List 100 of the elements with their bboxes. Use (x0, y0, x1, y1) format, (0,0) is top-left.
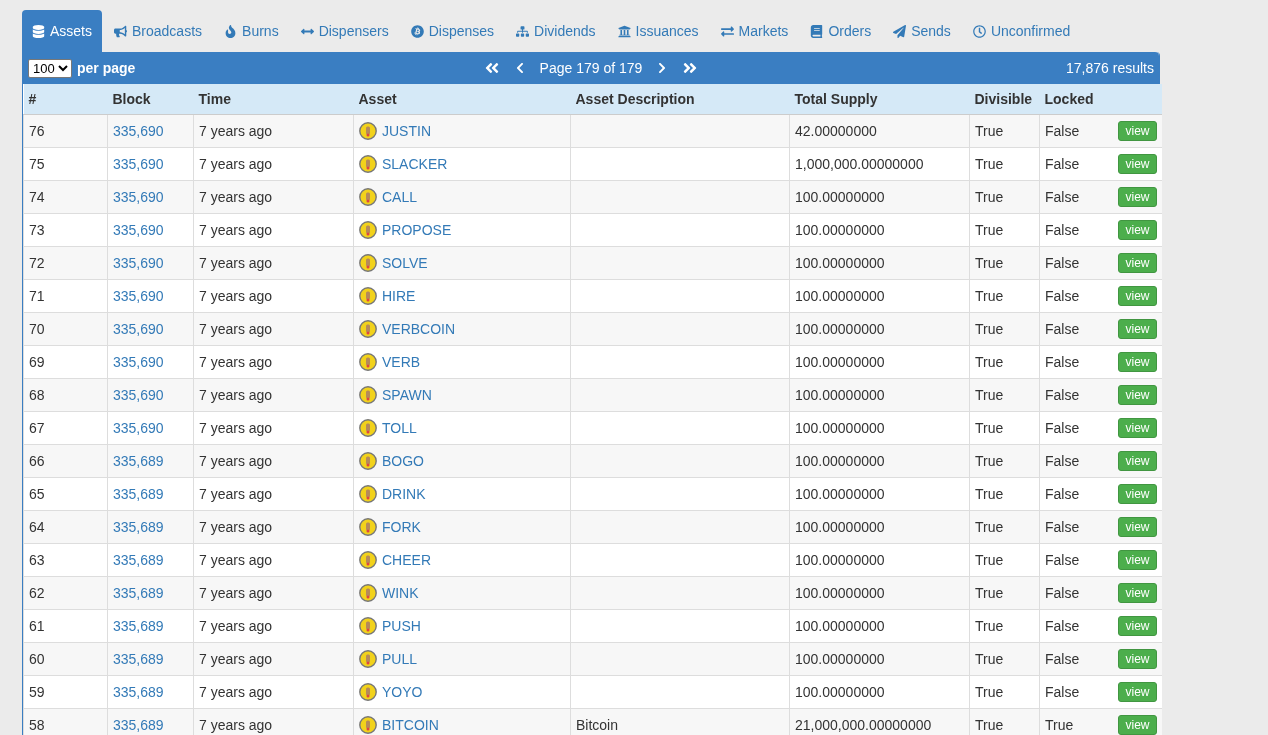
asset-link[interactable]: BITCOIN (382, 717, 439, 733)
asset-link[interactable]: SOLVE (382, 255, 428, 271)
table-cell: True (969, 213, 1040, 247)
exchange-icon (720, 24, 734, 38)
view-button[interactable]: view (1118, 220, 1157, 240)
first-page-icon[interactable] (483, 60, 500, 76)
table-cell: 100.00000000 (789, 246, 970, 280)
table-cell: True (969, 147, 1040, 181)
asset-link[interactable]: HIRE (382, 288, 416, 304)
last-page-icon[interactable] (682, 60, 699, 76)
view-button[interactable]: view (1118, 319, 1157, 339)
table-cell: 42.00000000 (789, 114, 970, 148)
table-cell: 100.00000000 (789, 510, 970, 544)
table-cell: 7 years ago (193, 510, 354, 544)
table-cell: 100.00000000 (789, 279, 970, 313)
coin-icon (359, 386, 377, 404)
tab[interactable]: Dispenses (400, 10, 505, 52)
asset-link[interactable]: BOGO (382, 453, 424, 469)
tab[interactable]: Issuances (607, 10, 709, 52)
coin-icon (359, 254, 377, 272)
paper-plane-icon (893, 24, 907, 38)
table-cell: 69 (23, 345, 108, 379)
view-button[interactable]: view (1118, 352, 1157, 372)
coin-icon (359, 716, 377, 734)
view-button[interactable]: view (1118, 451, 1157, 471)
table-cell: 100.00000000 (789, 609, 970, 643)
asset-link[interactable]: PUSH (382, 618, 421, 634)
table-cell: True (969, 312, 1040, 346)
table-cell: True (969, 246, 1040, 280)
table-cell: True (969, 543, 1040, 577)
view-button[interactable]: view (1118, 253, 1157, 273)
view-button[interactable]: view (1118, 715, 1157, 735)
table-cell: False (1039, 675, 1112, 709)
table-cell: 7 years ago (193, 279, 354, 313)
view-button[interactable]: view (1118, 682, 1157, 702)
table-cell: 100.00000000 (789, 345, 970, 379)
coin-icon (359, 419, 377, 437)
asset-link[interactable]: VERB (382, 354, 421, 370)
table-cell: True (969, 345, 1040, 379)
table-cell: 61 (23, 609, 108, 643)
tab[interactable]: Assets (22, 10, 102, 52)
table-cell: True (969, 378, 1040, 412)
tab[interactable]: Sends (883, 10, 961, 52)
table-cell: 100.00000000 (789, 642, 970, 676)
table-cell: 73 (23, 213, 108, 247)
table-cell: 100.00000000 (789, 543, 970, 577)
coin-icon (359, 551, 377, 569)
per-page-select[interactable]: 100 (28, 58, 72, 78)
tab[interactable]: Dispensers (290, 10, 399, 52)
asset-link[interactable]: CHEER (382, 552, 431, 568)
asset-link[interactable]: WINK (382, 585, 419, 601)
coin-icon (359, 452, 377, 470)
table-cell: True (969, 279, 1040, 313)
asset-link[interactable]: CALL (382, 189, 418, 205)
bullhorn-icon (114, 24, 127, 38)
table-cell: 100.00000000 (789, 411, 970, 445)
column-header: Time (193, 84, 354, 115)
table-cell: 7 years ago (193, 543, 354, 577)
table-cell: 7 years ago (193, 213, 354, 247)
table-cell: True (969, 576, 1040, 610)
coin-icon (359, 188, 377, 206)
view-button[interactable]: view (1118, 616, 1157, 636)
asset-link[interactable]: JUSTIN (382, 123, 431, 139)
asset-link[interactable]: FORK (382, 519, 421, 535)
table-cell: False (1039, 279, 1112, 313)
tab[interactable]: Orders (800, 10, 882, 52)
tab[interactable]: Dividends (506, 10, 606, 52)
table-cell: 7 years ago (193, 477, 354, 511)
table-cell: True (969, 180, 1040, 214)
table-cell: 7 years ago (193, 312, 354, 346)
table-cell: False (1039, 444, 1112, 478)
tab[interactable]: Broadcasts (104, 10, 213, 52)
view-button[interactable]: view (1118, 418, 1157, 438)
table-cell: False (1039, 180, 1112, 214)
asset-link[interactable]: TOLL (382, 420, 417, 436)
asset-link[interactable]: PULL (382, 651, 418, 667)
table-cell: 60 (23, 642, 108, 676)
view-button[interactable]: view (1118, 385, 1157, 405)
table-cell: 100.00000000 (789, 213, 970, 247)
asset-link[interactable]: VERBCOIN (382, 321, 456, 337)
asset-link[interactable]: PROPOSE (382, 222, 452, 238)
view-button[interactable]: view (1118, 550, 1157, 570)
asset-link[interactable]: SPAWN (382, 387, 432, 403)
table-cell: False (1039, 576, 1112, 610)
view-button[interactable]: view (1118, 649, 1157, 669)
tab[interactable]: Burns (214, 10, 289, 52)
view-button[interactable]: view (1118, 286, 1157, 306)
tab[interactable]: Unconfirmed (962, 10, 1081, 52)
view-button[interactable]: view (1118, 583, 1157, 603)
view-button[interactable]: view (1118, 484, 1157, 504)
asset-link[interactable]: SLACKER (382, 156, 448, 172)
coin-icon (359, 155, 377, 173)
tab[interactable]: Markets (710, 10, 799, 52)
asset-link[interactable]: DRINK (382, 486, 426, 502)
view-button[interactable]: view (1118, 187, 1157, 207)
view-button[interactable]: view (1118, 517, 1157, 537)
asset-link[interactable]: YOYO (382, 684, 423, 700)
view-button[interactable]: view (1118, 121, 1157, 141)
view-button[interactable]: view (1118, 154, 1157, 174)
table-cell: False (1039, 378, 1112, 412)
